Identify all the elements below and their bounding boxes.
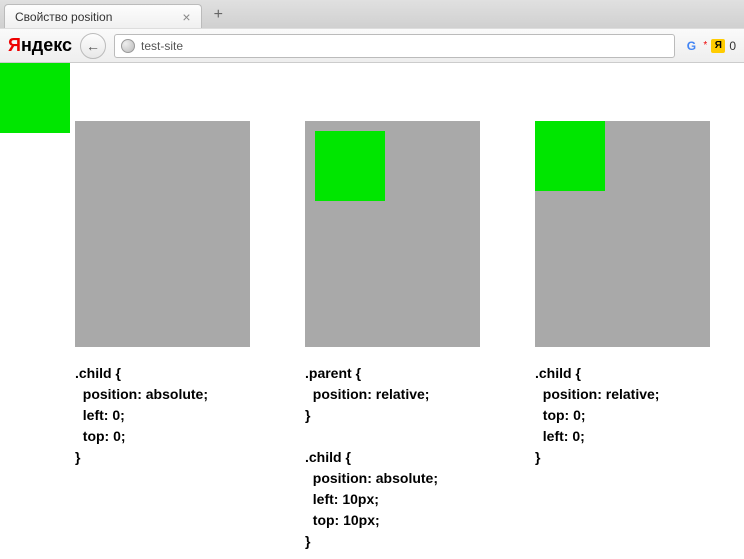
browser-chrome: Свойство position × + Яндекс ← test-site… — [0, 0, 744, 63]
example1-parent-box — [75, 121, 250, 347]
url-text: test-site — [141, 39, 183, 53]
star-icon: * — [703, 40, 707, 51]
example3-parent-box — [535, 121, 710, 347]
browser-tab[interactable]: Свойство position × — [4, 4, 202, 28]
examples-row: .child { position: absolute; left: 0; to… — [0, 121, 744, 552]
yandex-logo[interactable]: Яндекс — [8, 35, 72, 56]
extension-icons: G * Я 0 — [683, 38, 736, 54]
nav-bar: Яндекс ← test-site G * Я 0 — [0, 28, 744, 62]
google-icon[interactable]: G — [683, 38, 699, 54]
example1-child-box — [0, 63, 70, 133]
tab-title: Свойство position — [15, 10, 112, 24]
example3-child-box — [535, 121, 605, 191]
example3-code: .child { position: relative; top: 0; lef… — [535, 363, 710, 468]
example-3: .child { position: relative; top: 0; lef… — [535, 121, 710, 552]
example1-code: .child { position: absolute; left: 0; to… — [75, 363, 250, 468]
example2-code: .parent { position: relative; } .child {… — [305, 363, 480, 552]
example2-parent-box — [305, 121, 480, 347]
arrow-left-icon: ← — [86, 38, 100, 54]
example-1: .child { position: absolute; left: 0; to… — [75, 121, 250, 552]
example2-child-box — [315, 131, 385, 201]
globe-icon — [121, 39, 135, 53]
ext-count: 0 — [729, 39, 736, 53]
new-tab-button[interactable]: + — [206, 4, 231, 26]
url-bar[interactable]: test-site — [114, 34, 675, 58]
back-button[interactable]: ← — [80, 33, 106, 59]
example-2: .parent { position: relative; } .child {… — [305, 121, 480, 552]
close-icon[interactable]: × — [182, 10, 190, 24]
tab-bar: Свойство position × + — [0, 0, 744, 28]
yandex-icon[interactable]: Я — [711, 39, 725, 53]
page-content: .child { position: absolute; left: 0; to… — [0, 63, 744, 559]
